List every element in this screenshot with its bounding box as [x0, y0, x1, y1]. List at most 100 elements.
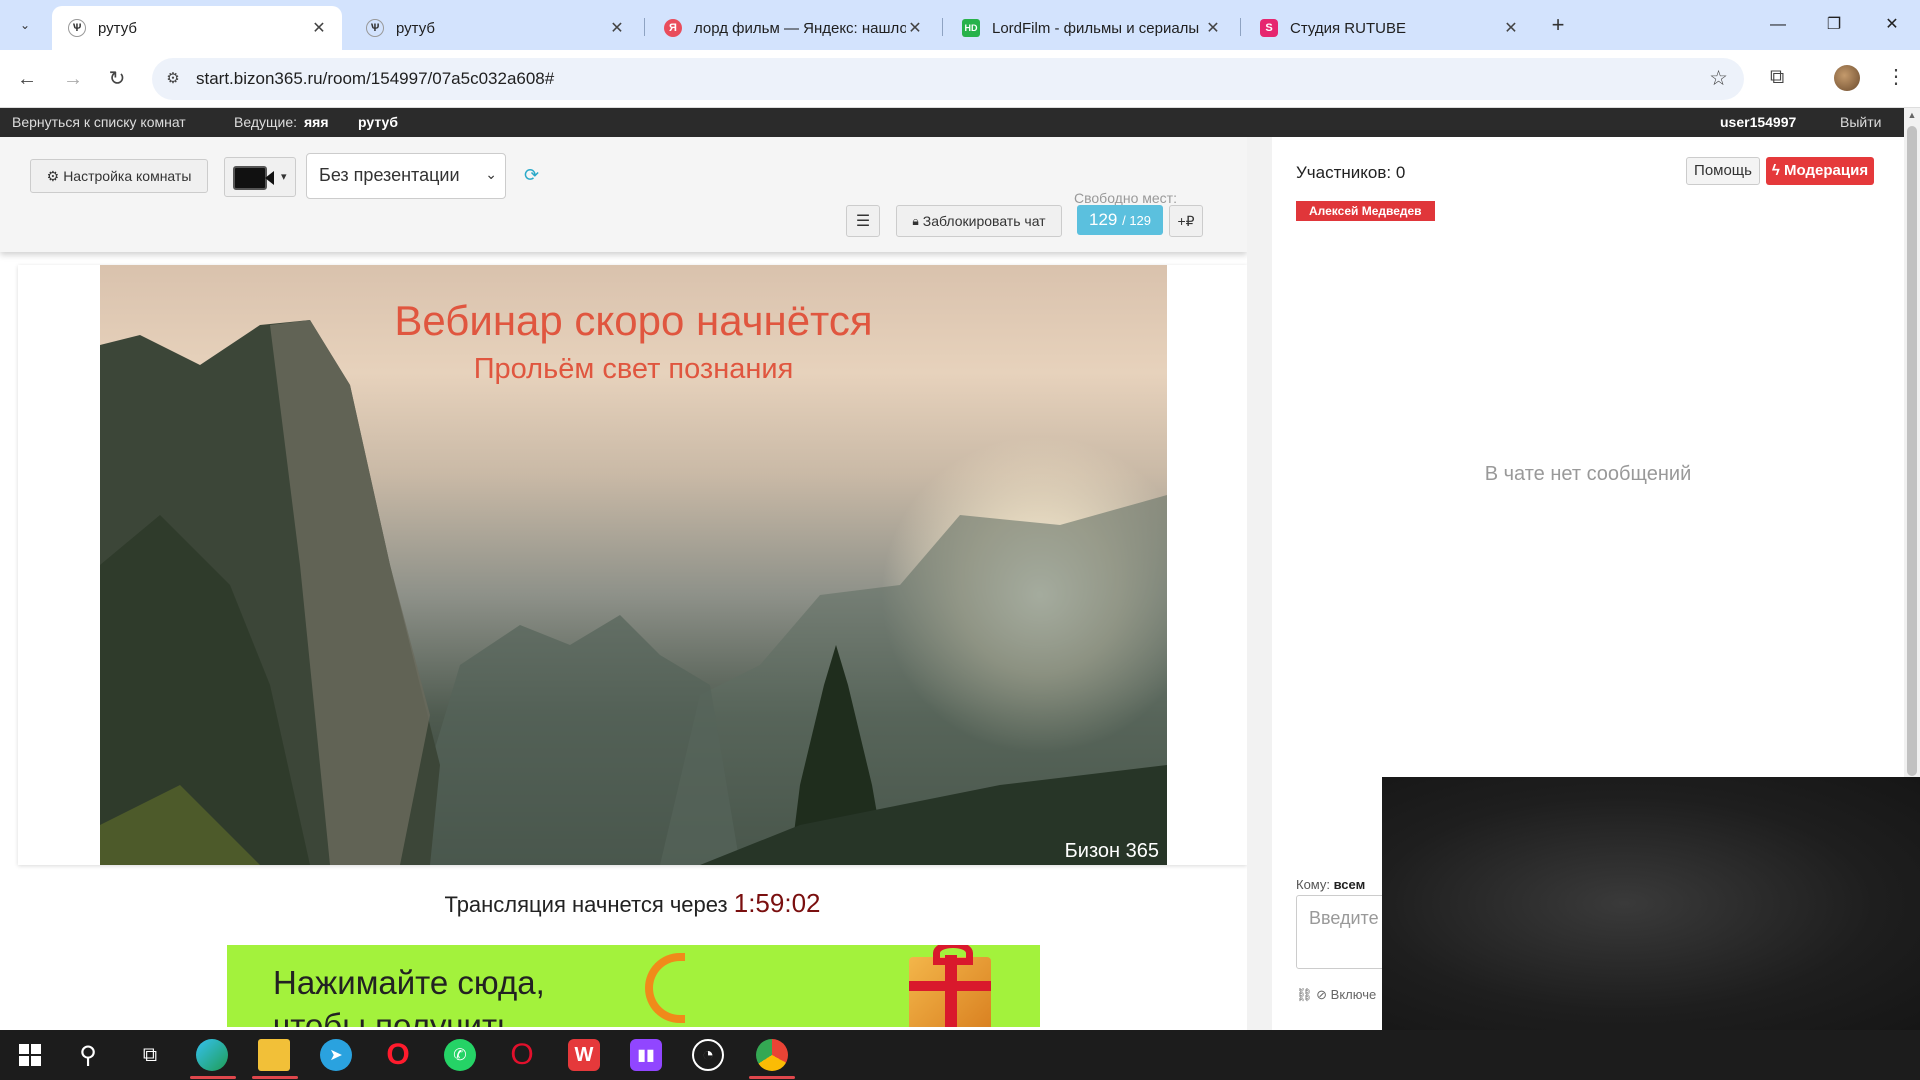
video-subtitle: Прольём свет познания	[473, 353, 794, 385]
menu-button[interactable]: ☰	[846, 205, 880, 237]
close-icon[interactable]: ✕	[1502, 18, 1520, 38]
new-tab-button[interactable]: +	[1544, 12, 1572, 40]
presentation-select[interactable]: Без презентации ⌄	[306, 153, 506, 199]
back-arrow-icon[interactable]: ←	[12, 64, 42, 94]
yandex-icon: Я	[664, 19, 682, 37]
minimize-icon[interactable]: —	[1758, 10, 1798, 40]
restore-icon[interactable]: ❐	[1814, 10, 1854, 40]
telegram-icon[interactable]: ➤	[320, 1039, 352, 1071]
twitch-icon[interactable]: ▮▮	[630, 1039, 662, 1071]
tab-title: рутуб	[98, 19, 137, 37]
control-panel: ⚙ Настройка комнаты ▾ Без презентации ⌄ …	[0, 137, 1247, 252]
scroll-up-icon[interactable]: ▲	[1904, 110, 1920, 120]
user-badge[interactable]: Алексей Медведев	[1296, 201, 1435, 221]
tab-title: лорд фильм — Яндекс: нашло	[694, 19, 906, 37]
active-app-indicator	[190, 1076, 236, 1079]
tab-rutube-2[interactable]: Ѱ рутуб ✕	[350, 6, 640, 50]
arrow-graphic	[645, 953, 685, 1023]
profile-avatar[interactable]	[1834, 65, 1860, 91]
wps-office-icon[interactable]: W	[568, 1039, 600, 1071]
tab-lordfilm[interactable]: HD LordFilm - фильмы и сериалы ✕	[946, 6, 1236, 50]
chat-toggle[interactable]: ⛓ ⊘ Включе	[1296, 987, 1376, 1003]
close-icon[interactable]: ✕	[310, 18, 328, 38]
task-view-icon[interactable]: ⧉	[134, 1039, 166, 1071]
moderation-button[interactable]: ϟ Модерация	[1766, 157, 1874, 185]
active-app-indicator	[252, 1076, 298, 1079]
tab-rutube-studio[interactable]: S Студия RUTUBE ✕	[1244, 6, 1534, 50]
gift-bow	[933, 945, 973, 965]
add-ruble-button[interactable]: +₽	[1169, 205, 1203, 237]
video-container: Вебинар скоро начнётся Прольём свет позн…	[18, 265, 1247, 865]
gift-ribbon	[945, 955, 957, 1027]
bizon-icon: Ѱ	[366, 19, 384, 37]
tab-yandex[interactable]: Я лорд фильм — Яндекс: нашло ✕	[648, 6, 938, 50]
logout-link[interactable]: Выйти	[1840, 114, 1881, 130]
seats-total: / 129	[1122, 213, 1152, 228]
chat-empty-text: В чате нет сообщений	[1484, 463, 1692, 485]
refresh-icon[interactable]: ⟳	[524, 165, 539, 186]
back-to-rooms-link[interactable]: Вернуться к списку комнат	[12, 114, 186, 130]
promo-banner[interactable]: Нажимайте сюда, чтобы получить	[227, 945, 1040, 1027]
recipient-label-text: Кому:	[1296, 877, 1330, 892]
whatsapp-icon[interactable]: ✆	[444, 1039, 476, 1071]
camera-lens-icon	[265, 171, 274, 185]
windows-start-icon[interactable]	[14, 1039, 46, 1071]
floating-video-overlay[interactable]	[1382, 777, 1920, 1030]
bookmark-star-icon[interactable]: ☆	[1709, 66, 1728, 91]
windows-taskbar: ⚲ ⧉ ➤ O ✆ O W ▮▮ ◔	[0, 1030, 1920, 1080]
room-top-bar: Вернуться к списку комнат Ведущие: яяя р…	[0, 108, 1904, 137]
browser-tab-bar: ⌄ Ѱ рутуб ✕ Ѱ рутуб ✕ Я лорд фильм — Янд…	[0, 0, 1920, 50]
countdown-time: 1:59:02	[733, 888, 821, 918]
host-name: яяя	[304, 114, 329, 130]
camera-dropdown-button[interactable]: ▾	[224, 157, 296, 197]
presentation-select-value: Без презентации	[319, 165, 460, 185]
browser-menu-icon[interactable]: ⋮	[1886, 64, 1906, 89]
block-chat-button[interactable]: 🔒︎ Заблокировать чат	[896, 205, 1062, 237]
edge-icon[interactable]	[196, 1039, 228, 1071]
lock-icon: 🔒︎	[912, 213, 919, 228]
link-icon: ⛓	[1296, 987, 1313, 1002]
opera-icon[interactable]: O	[382, 1038, 414, 1071]
participants-count: Участников: 0	[1296, 163, 1406, 182]
site-info-icon[interactable]: ⚙	[162, 68, 184, 90]
window-close-icon[interactable]: ✕	[1872, 10, 1912, 40]
chrome-icon[interactable]	[756, 1039, 788, 1071]
add-ruble-label: +₽	[1177, 212, 1195, 229]
panel-divider	[1247, 137, 1272, 1030]
free-seats-label: Свободно мест:	[1074, 190, 1177, 206]
url-input[interactable]: ⚙ start.bizon365.ru/room/154997/07a5c032…	[152, 58, 1744, 100]
close-icon[interactable]: ✕	[906, 18, 924, 38]
tab-separator	[1240, 18, 1241, 36]
seats-free: 129	[1088, 210, 1118, 229]
room-settings-button[interactable]: ⚙ Настройка комнаты	[30, 159, 208, 193]
banner-line-2: чтобы получить	[273, 1007, 515, 1027]
help-button[interactable]: Помощь	[1686, 157, 1760, 185]
tab-search-icon[interactable]: ⌄	[10, 11, 40, 39]
opera-gx-icon[interactable]: O	[506, 1038, 538, 1071]
scrollbar-thumb[interactable]	[1907, 126, 1917, 776]
recipient-value[interactable]: всем	[1334, 877, 1366, 892]
block-chat-label: Заблокировать чат	[922, 213, 1046, 229]
obs-icon[interactable]: ◔	[692, 1039, 724, 1071]
extensions-icon[interactable]: ⧉	[1770, 66, 1784, 89]
file-explorer-icon[interactable]	[258, 1039, 290, 1071]
room-settings-label: Настройка комнаты	[63, 168, 192, 184]
username: user154997	[1720, 114, 1797, 130]
bizon-icon: Ѱ	[68, 19, 86, 37]
recipient-label: Кому: всем	[1296, 877, 1365, 892]
room-name: рутуб	[358, 114, 398, 130]
forward-arrow-icon[interactable]: →	[58, 64, 88, 94]
camera-icon	[233, 166, 267, 190]
reload-icon[interactable]: ↻	[102, 64, 132, 94]
tab-title: LordFilm - фильмы и сериалы	[992, 19, 1200, 37]
tab-title: рутуб	[396, 19, 435, 37]
tab-title: Студия RUTUBE	[1290, 19, 1406, 37]
search-icon[interactable]: ⚲	[72, 1039, 104, 1071]
seats-badge: 129 / 129	[1077, 205, 1163, 235]
tab-rutube-1[interactable]: Ѱ рутуб ✕	[52, 6, 342, 50]
close-icon[interactable]: ✕	[608, 18, 626, 38]
hamburger-icon: ☰	[855, 213, 871, 230]
url-text: start.bizon365.ru/room/154997/07a5c032a6…	[196, 69, 555, 88]
close-icon[interactable]: ✕	[1204, 18, 1222, 38]
chevron-down-icon: ⌄	[485, 166, 497, 182]
